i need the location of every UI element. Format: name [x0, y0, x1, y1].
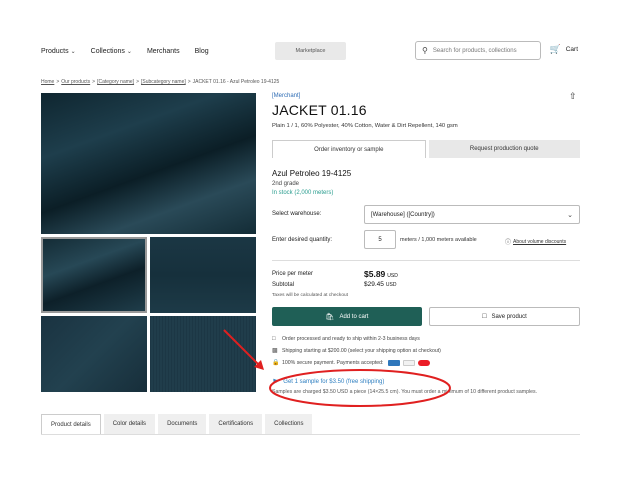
shipping-info: ▩ Shipping starting at $200.00 (select y…: [272, 347, 441, 355]
cart-label: Cart: [565, 46, 578, 53]
discover-icon: [402, 359, 415, 366]
breadcrumb: Home > Our products > [Category name] > [Subca…: [41, 79, 280, 85]
tabs-divider: [41, 434, 580, 435]
save-product-label: Save product: [491, 313, 527, 320]
shipping-text: Shipping starting at $200.00 (select you…: [282, 347, 441, 354]
product-thumbnail[interactable]: [150, 237, 256, 313]
warehouse-label: Select warehouse:: [272, 211, 322, 217]
tab-color-details[interactable]: Color details: [103, 414, 156, 434]
subtotal-currency: USD: [385, 282, 397, 288]
merchant-link[interactable]: [Merchant]: [272, 93, 300, 99]
quantity-label: Enter desired quantity:: [272, 237, 333, 243]
nav-blog[interactable]: Blog: [195, 48, 209, 55]
tag-icon: ⚑: [272, 379, 279, 386]
search-icon: ⚲: [422, 46, 428, 55]
chevron-down-icon: ⌄: [126, 48, 132, 55]
chevron-down-icon: ⌄: [70, 48, 76, 55]
chevron-down-icon: ⌄: [567, 211, 573, 219]
tab-collections[interactable]: Collections: [265, 414, 313, 434]
add-to-cart-button[interactable]: 🛍 Add to cart: [272, 307, 422, 326]
breadcrumb-category[interactable]: [Category name]: [97, 79, 134, 85]
mastercard-icon: [417, 359, 430, 366]
cart-button[interactable]: 🛒 Cart: [550, 44, 579, 55]
cart-icon: 🛒: [549, 44, 561, 54]
subtotal-value: $29.45 USD: [364, 281, 396, 288]
price-currency: USD: [387, 273, 398, 279]
save-product-button[interactable]: □ Save product: [429, 307, 580, 326]
add-to-cart-label: Add to cart: [339, 313, 369, 320]
share-icon[interactable]: ⇧: [569, 91, 577, 102]
quantity-input[interactable]: 5: [364, 230, 396, 249]
bookmark-icon: □: [482, 313, 487, 320]
breadcrumb-home[interactable]: Home: [41, 79, 54, 85]
search-input[interactable]: ⚲ Search for products, collections: [415, 41, 541, 60]
product-thumbnail[interactable]: [150, 316, 256, 392]
search-placeholder: Search for products, collections: [432, 47, 517, 54]
nav-products[interactable]: Products ⌄: [41, 48, 76, 55]
price-value: $5.89 USD: [364, 269, 398, 279]
stock-status: In stock (2,000 meters): [272, 190, 334, 196]
product-grade: 2nd grade: [272, 181, 300, 187]
breadcrumb-subcategory[interactable]: [Subcategory name]: [141, 79, 186, 85]
product-thumbnail[interactable]: [41, 316, 147, 392]
product-thumbnail[interactable]: [41, 237, 147, 313]
tab-product-details[interactable]: Product details: [41, 414, 101, 434]
tab-certifications[interactable]: Certifications: [209, 414, 263, 434]
product-main-image[interactable]: [41, 93, 256, 234]
warehouse-select[interactable]: [Warehouse] ([Country]) ⌄: [364, 205, 580, 224]
payment-icons: [387, 359, 433, 366]
annotation-circle: [269, 369, 451, 407]
breadcrumb-products[interactable]: Our products: [61, 79, 90, 85]
tab-documents[interactable]: Documents: [158, 414, 207, 434]
tab-order-inventory[interactable]: Order inventory or sample: [272, 140, 426, 158]
warehouse-value: [Warehouse] ([Country]): [371, 211, 435, 218]
product-description: Plain 1 / 1, 60% Polyester, 40% Cotton, …: [272, 123, 458, 129]
color-name: Azul Petroleo 19-4125: [272, 169, 352, 178]
subtotal-label: Subtotal: [272, 282, 295, 288]
payment-info: 🔒 100% secure payment. Payments accepted…: [272, 359, 433, 366]
volume-discounts-link[interactable]: ⓘ About volume discounts: [505, 237, 567, 247]
sample-link-label: Get 1 sample for $3.50 (free shipping): [283, 379, 385, 385]
subtotal-amount: $29.45: [364, 281, 384, 288]
breadcrumb-current: JACKET 01.16 - Azul Petroleo 19-4125: [192, 79, 280, 85]
order-mode-tabs: Order inventory or sample Request produc…: [272, 140, 580, 158]
nav-products-label: Products: [41, 47, 69, 55]
tab-request-quote[interactable]: Request production quote: [428, 140, 580, 158]
processing-info: □ Order processed and ready to ship with…: [272, 336, 420, 342]
processing-text: Order processed and ready to ship within…: [282, 336, 420, 342]
nav-merchants[interactable]: Merchants: [147, 48, 180, 55]
nav-collections-label: Collections: [90, 47, 125, 55]
lock-icon: 🔒: [272, 360, 280, 366]
top-nav: Products ⌄ Collections ⌄ Merchants Blog …: [41, 40, 580, 62]
divider: [272, 260, 580, 261]
volume-discounts-label: About volume discounts: [513, 238, 567, 245]
box-icon: □: [272, 336, 276, 342]
taxes-note: Taxes will be calculated at checkout: [272, 293, 348, 298]
marketplace-logo[interactable]: Marketplace: [275, 42, 346, 60]
payment-text: 100% secure payment. Payments accepted:: [282, 359, 384, 366]
nav-collections[interactable]: Collections ⌄: [91, 48, 132, 55]
amex-icon: [387, 359, 400, 366]
quantity-note: meters / 1,000 meters available: [400, 237, 477, 243]
product-tabs: Product details Color details Documents …: [41, 414, 315, 434]
bag-icon: 🛍: [325, 313, 335, 321]
truck-icon: ▩: [272, 348, 278, 354]
sample-note: Samples are charged $3.50 USD a piece (1…: [272, 389, 538, 395]
sample-link[interactable]: ⚑ Get 1 sample for $3.50 (free shipping): [272, 378, 384, 386]
price-label: Price per meter: [272, 271, 314, 277]
info-icon: ⓘ: [505, 240, 512, 246]
price-amount: $5.89: [364, 269, 386, 279]
product-title: JACKET 01.16: [272, 102, 367, 118]
